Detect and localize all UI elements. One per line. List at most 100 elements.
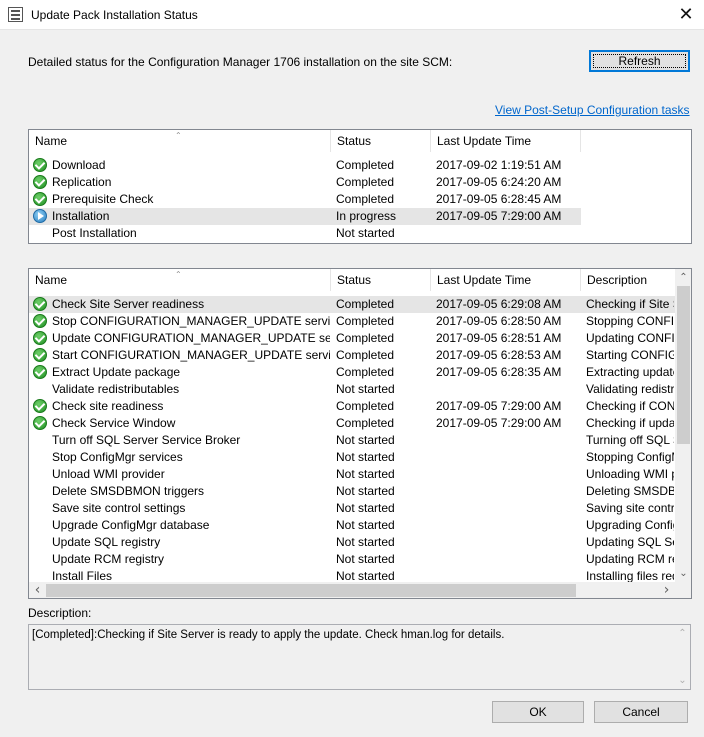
cell-name: Start CONFIGURATION_MANAGER_UPDATE servi… [52,348,330,362]
vertical-scrollbar[interactable]: ⌃ ⌄ [675,269,691,582]
cell-name: Replication [52,175,112,189]
column-header-name[interactable]: ⌃ Name [29,130,331,152]
cell-description: Checking if update [586,416,674,430]
column-header-time[interactable]: Last Update Time [431,130,581,152]
cell-name: Prerequisite Check [52,192,154,206]
column-header-label: Last Update Time [437,273,532,287]
cell-status: Completed [336,192,395,206]
completed-check-icon [33,192,47,206]
cell-time: 2017-09-05 6:28:50 AM [436,314,562,328]
scrollbar-corner [675,582,691,598]
list-row[interactable]: Unload WMI provider Not started Unloading … [29,466,675,483]
scroll-left-icon[interactable]: ‹ [29,582,46,598]
completed-check-icon [33,158,47,172]
list-row[interactable]: Replication Completed 2017-09-05 6:24:20 A… [29,174,581,191]
cell-name: Download [52,158,106,172]
column-header-label: Description [587,273,648,287]
completed-check-icon [33,416,47,430]
horizontal-scrollbar[interactable]: ‹ › [29,582,675,598]
vertical-scroll-thumb[interactable] [677,286,690,444]
list-row[interactable]: Check Site Server readiness Completed 2017… [29,296,675,313]
description-box[interactable]: [Completed]:Checking if Site Server is r… [28,624,691,690]
column-header-status[interactable]: Status [331,269,431,291]
cell-time: 2017-09-05 6:28:51 AM [436,331,562,345]
cancel-button-label: Cancel [622,705,660,719]
cell-description: Unloading WMI pro [586,467,674,481]
list-row[interactable]: Prerequisite Check Completed 2017-09-05 6:… [29,191,581,208]
cell-status: Completed [336,297,395,311]
column-header-name[interactable]: ⌃ Name [29,269,331,291]
list-row[interactable]: Extract Update package Completed 2017-09-0… [29,364,675,381]
list-row[interactable]: Save site control settings Not started Sav… [29,500,675,517]
cell-name: Update SQL registry [52,535,161,549]
cell-status: Not started [336,382,395,396]
cell-name: Save site control settings [52,501,186,515]
list-row[interactable]: Start CONFIGURATION_MANAGER_UPDATE servi… [29,347,675,364]
installation-stages-list[interactable]: ⌃ Name Status Last Update Time Download C… [28,129,692,244]
sort-ascending-icon: ⌃ [175,131,182,140]
cell-description: Deleting SMSDBMO [586,484,674,498]
app-window-icon [8,7,23,22]
cell-status: Not started [336,433,395,447]
list-row[interactable]: Delete SMSDBMON triggers Not started Delet… [29,483,675,500]
scroll-right-icon[interactable]: › [658,582,675,598]
cell-status: Completed [336,314,395,328]
cell-name: Check site readiness [52,399,164,413]
cell-time: 2017-09-05 7:29:00 AM [436,399,562,413]
list-row[interactable]: Stop CONFIGURATION_MANAGER_UPDATE servic… [29,313,675,330]
completed-check-icon [33,175,47,189]
list-row[interactable]: Update RCM registry Not started Updating R… [29,551,675,568]
cell-description: Updating SQL Ser [586,535,674,549]
column-header-status[interactable]: Status [331,130,431,152]
post-setup-link[interactable]: View Post-Setup Configuration tasks [495,103,690,117]
completed-check-icon [33,297,47,311]
list-row[interactable]: Check Service Window Completed 2017-09-05 … [29,415,675,432]
list-row[interactable]: Download Completed 2017-09-02 1:19:51 AM [29,157,581,174]
cell-name: Installation [52,209,110,223]
list-row[interactable]: Post Installation Not started [29,225,581,242]
scroll-up-icon[interactable]: ⌃ [675,269,691,286]
list-row[interactable]: Validate redistributables Not started Vali… [29,381,675,398]
cell-name: Upgrade ConfigMgr database [52,518,210,532]
cell-name: Check Site Server readiness [52,297,205,311]
refresh-button[interactable]: Refresh [589,50,690,72]
cell-description: Upgrading ConfigM [586,518,674,532]
list-row[interactable]: Upgrade ConfigMgr database Not started Upg… [29,517,675,534]
scroll-down-icon: ⌄ [678,675,687,686]
list-row[interactable]: Check site readiness Completed 2017-09-05 … [29,398,675,415]
focus-rect [593,54,686,68]
cell-time: 2017-09-02 1:19:51 AM [436,158,562,172]
cell-time: 2017-09-05 6:28:35 AM [436,365,562,379]
sort-ascending-icon: ⌃ [175,270,182,279]
list-row[interactable]: Stop ConfigMgr services Not started Stoppi… [29,449,675,466]
description-label: Description: [28,606,92,620]
completed-check-icon [33,399,47,413]
horizontal-scroll-thumb[interactable] [46,584,576,597]
list-row[interactable]: Update CONFIGURATION_MANAGER_UPDATE serv… [29,330,675,347]
list-row[interactable]: Installation In progress 2017-09-05 7:29:0… [29,208,581,225]
scroll-up-icon: ⌃ [678,628,687,639]
cell-status: Completed [336,348,395,362]
cell-description: Checking if CONFI [586,399,674,413]
close-icon[interactable]: ✕ [672,2,700,28]
cell-description: Saving site control [586,501,674,515]
scroll-down-icon[interactable]: ⌄ [675,565,691,582]
completed-check-icon [33,348,47,362]
cell-status: Not started [336,501,395,515]
ok-button[interactable]: OK [492,701,584,723]
column-header-label: Name [35,273,68,287]
column-header-time[interactable]: Last Update Time [431,269,581,291]
installation-steps-list[interactable]: ⌃ Name Status Last Update Time Descripti… [28,268,692,599]
column-header-description[interactable]: Description [581,269,675,291]
cell-description: Checking if Site Se [586,297,674,311]
cell-description: Turning off SQL Se [586,433,674,447]
cell-name: Update RCM registry [52,552,165,566]
cell-name: Check Service Window [52,416,176,430]
column-header-label: Status [337,273,372,287]
cell-status: Not started [336,535,395,549]
list-row[interactable]: Update SQL registry Not started Updating S… [29,534,675,551]
completed-check-icon [33,314,47,328]
cell-name: Delete SMSDBMON triggers [52,484,205,498]
cancel-button[interactable]: Cancel [594,701,688,723]
list-row[interactable]: Turn off SQL Server Service Broker Not st… [29,432,675,449]
